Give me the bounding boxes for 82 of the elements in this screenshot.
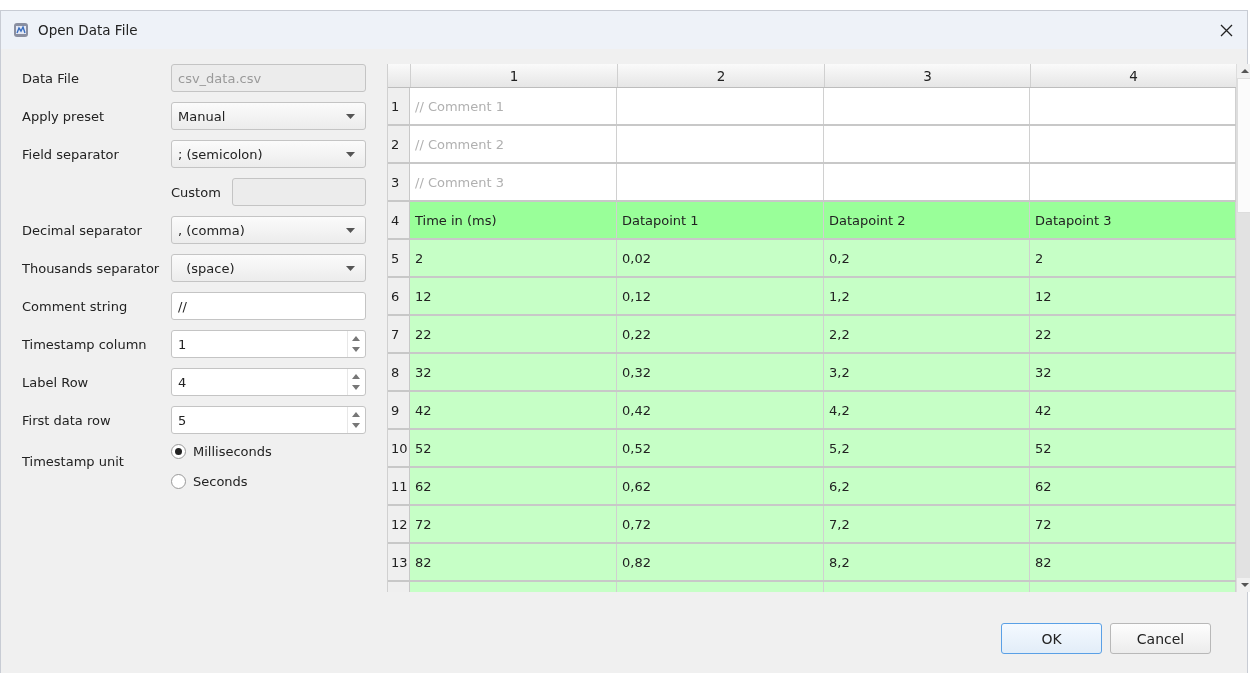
caret-icon [346, 151, 355, 157]
table-cell: 0,62 [617, 468, 824, 504]
table-cell: 52 [1030, 430, 1236, 466]
scroll-thumb[interactable] [1237, 78, 1250, 213]
table-cell: 62 [1030, 468, 1236, 504]
table-cell: 0,02 [617, 240, 824, 276]
table-cell: 5,2 [824, 430, 1030, 466]
table-cell: 1,2 [824, 278, 1030, 314]
table-cell: 0,72 [617, 506, 824, 542]
table-cell: 82 [410, 544, 617, 580]
field-label: First data row [22, 412, 112, 428]
window-title: Open Data File [38, 22, 139, 38]
table-cell: // Comment 3 [410, 164, 617, 200]
ok-button[interactable]: OK [1001, 623, 1102, 654]
table-cell: 12 [410, 278, 617, 314]
table-cell: Datapoint 1 [617, 202, 824, 238]
caret-icon [346, 113, 355, 119]
table-cell: 0,52 [617, 430, 824, 466]
table-cell: 6,2 [824, 468, 1030, 504]
table-cell: 42 [410, 392, 617, 428]
dropdown[interactable]: , (comma) [171, 216, 366, 244]
table-cell: 72 [410, 506, 617, 542]
table-cell: 0,22 [617, 316, 824, 352]
row-header[interactable]: 4 [388, 202, 410, 238]
table-cell: 32 [410, 354, 617, 390]
dropdown[interactable]: ; (semicolon) [171, 140, 366, 168]
spinner-field[interactable]: 4 [171, 368, 366, 396]
table-cell: 32 [1030, 354, 1236, 390]
table-cell: Datapoint 3 [1030, 202, 1236, 238]
table-cell: 0,12 [617, 278, 824, 314]
field-label: Label Row [22, 374, 90, 390]
table-cell: 8,2 [824, 544, 1030, 580]
table-cell: 0,42 [617, 392, 824, 428]
table-cell: 72 [1030, 506, 1236, 542]
table-cell: 22 [410, 316, 617, 352]
field-label: Comment string [22, 298, 129, 314]
table-cell: 62 [410, 468, 617, 504]
table-cell: 0,2 [824, 240, 1030, 276]
row-header[interactable]: 2 [388, 126, 410, 162]
table-cell: 0,32 [617, 354, 824, 390]
spinner-field[interactable]: 1 [171, 330, 366, 358]
table-cell: // Comment 1 [410, 88, 617, 124]
cancel-button[interactable]: Cancel [1110, 623, 1211, 654]
table-cell: 12 [1030, 278, 1236, 314]
caret-icon [346, 227, 355, 233]
row-header[interactable]: 6 [388, 278, 410, 314]
spinner-field[interactable]: 5 [171, 406, 366, 434]
table-cell: 7,2 [824, 506, 1030, 542]
field-label: Decimal separator [22, 222, 143, 238]
field-label: Timestamp column [22, 336, 148, 352]
field-label: Thousands separator [22, 260, 161, 276]
table-cell: 22 [1030, 316, 1236, 352]
table-cell: 0,82 [617, 544, 824, 580]
table-cell: 4,2 [824, 392, 1030, 428]
table-cell: 2,2 [824, 316, 1030, 352]
column-header[interactable]: 2 [617, 64, 824, 87]
row-header[interactable]: 8 [388, 354, 410, 390]
app-icon [13, 22, 29, 38]
table-cell: 42 [1030, 392, 1236, 428]
column-header[interactable]: 3 [824, 64, 1030, 87]
radio-option[interactable]: Seconds [171, 474, 272, 489]
table-cell: Datapoint 2 [824, 202, 1030, 238]
caret-icon [346, 265, 355, 271]
text-field[interactable]: // [171, 292, 366, 320]
row-header[interactable]: 9 [388, 392, 410, 428]
table-cell: 2 [1030, 240, 1236, 276]
field-label: Apply preset [22, 108, 105, 124]
table-cell: 2 [410, 240, 617, 276]
dropdown[interactable]: (space) [171, 254, 366, 282]
field-label: Data File [22, 70, 80, 86]
table-cell: 3,2 [824, 354, 1030, 390]
table-cell: 52 [410, 430, 617, 466]
field-label: Field separator [22, 146, 120, 162]
table-cell: Time in (ms) [410, 202, 617, 238]
radio-option[interactable]: Milliseconds [171, 444, 272, 459]
field-label: Custom [171, 184, 220, 200]
close-icon[interactable] [1220, 23, 1233, 37]
column-header[interactable]: 1 [410, 64, 617, 87]
table-cell: 82 [1030, 544, 1236, 580]
dropdown[interactable]: Manual [171, 102, 366, 130]
field-label: Timestamp unit [22, 453, 125, 469]
table-cell: // Comment 2 [410, 126, 617, 162]
